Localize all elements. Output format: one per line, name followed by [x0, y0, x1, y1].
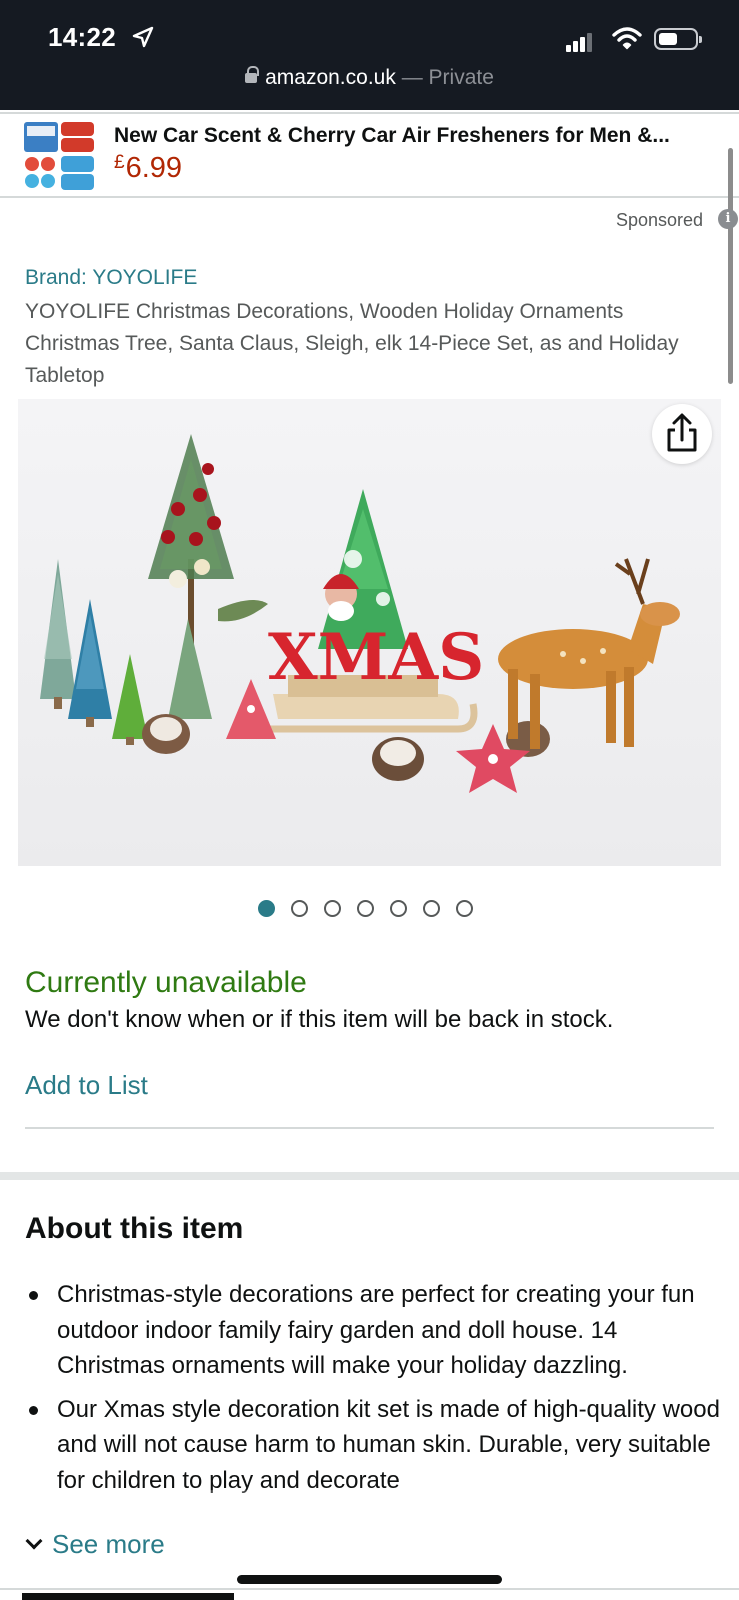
product-image[interactable]: XMAS	[18, 399, 721, 866]
about-heading: About this item	[25, 1212, 244, 1245]
see-more-label: See more	[52, 1529, 165, 1559]
carousel-dot[interactable]	[357, 900, 374, 917]
status-bar: 14:22 amazon.co.uk — Private	[0, 0, 739, 110]
price-value: 6.99	[125, 152, 183, 184]
see-more-button[interactable]: See more	[25, 1529, 165, 1560]
page-scrollbar[interactable]	[728, 148, 733, 384]
divider	[25, 1127, 714, 1129]
clock: 14:22	[48, 22, 116, 52]
bottom-bar-fragment	[22, 1593, 234, 1600]
sponsored-ad-banner[interactable]: New Car Scent & Cherry Car Air Freshener…	[0, 112, 739, 198]
ad-price: £6.99	[114, 152, 182, 185]
feature-bullets: Christmas-style decorations are perfect …	[25, 1277, 725, 1506]
carousel-dot[interactable]	[390, 900, 407, 917]
xmas-sign-text: XMAS	[268, 620, 484, 695]
product-title: YOYOLIFE Christmas Decorations, Wooden H…	[25, 300, 679, 387]
wifi-icon	[612, 27, 642, 50]
feature-bullet: Christmas-style decorations are perfect …	[25, 1277, 725, 1384]
brand-link[interactable]: Brand: YOYOLIFE	[25, 266, 197, 290]
currency-symbol: £	[114, 152, 125, 173]
image-carousel-dots[interactable]	[258, 900, 473, 918]
availability-detail: We don't know when or if this item will …	[25, 1006, 614, 1033]
share-icon	[667, 413, 697, 452]
url-text: amazon.co.uk	[265, 66, 396, 89]
carousel-dot[interactable]	[291, 900, 308, 917]
ad-product-thumbnail	[20, 118, 98, 194]
carousel-dot[interactable]	[258, 900, 275, 917]
carousel-dot[interactable]	[423, 900, 440, 917]
info-icon[interactable]: i	[718, 209, 738, 229]
availability-status: Currently unavailable	[25, 966, 307, 999]
bottom-divider	[0, 1588, 739, 1590]
share-button[interactable]	[652, 404, 712, 464]
section-separator	[0, 1172, 739, 1180]
address-bar[interactable]: amazon.co.uk — Private	[0, 66, 739, 90]
home-indicator[interactable]	[237, 1575, 502, 1584]
carousel-dot[interactable]	[456, 900, 473, 917]
cellular-signal-icon	[566, 30, 596, 52]
feature-bullet: Our Xmas style decoration kit set is mad…	[25, 1392, 725, 1499]
lock-icon	[245, 66, 260, 83]
sponsored-label: Sponsored	[616, 210, 704, 230]
ad-title[interactable]: New Car Scent & Cherry Car Air Freshener…	[114, 124, 724, 148]
chevron-down-icon	[25, 1532, 43, 1550]
add-to-list-link[interactable]: Add to List	[25, 1070, 148, 1101]
carousel-dot[interactable]	[324, 900, 341, 917]
private-label: — Private	[401, 66, 494, 89]
battery-icon	[654, 28, 702, 50]
location-arrow-icon	[132, 26, 154, 48]
